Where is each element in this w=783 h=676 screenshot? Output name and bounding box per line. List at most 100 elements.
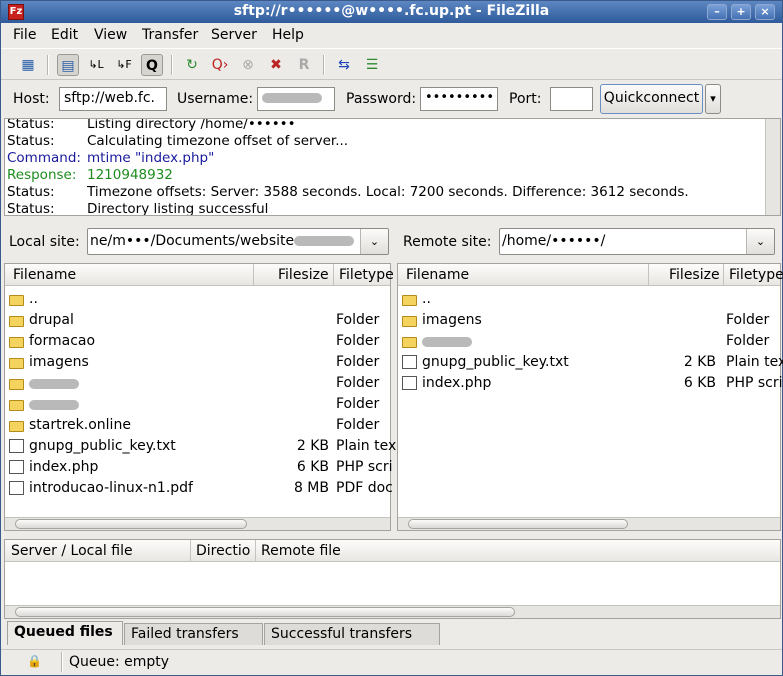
folder-icon [9,295,24,306]
file-row[interactable]: gnupg_public_key.txt 2 KB Plain tex [398,352,783,373]
quickconnect-dropdown[interactable]: ▾ [705,84,721,114]
menu-bar: File Edit View Transfer Server Help [1,23,782,47]
menu-file[interactable]: File [13,27,36,43]
close-button[interactable]: × [755,4,775,20]
file-name: startrek.online [29,417,131,433]
menu-help[interactable]: Help [272,27,304,43]
compare-icon[interactable]: ⇆ [333,54,355,76]
remote-col-filesize[interactable]: Filesize [669,267,720,283]
log-type: Status: [7,118,55,132]
redacted-username [262,93,322,103]
file-size: 2 KB [296,438,329,454]
file-row[interactable]: imagens Folder [5,352,390,373]
quickconnect-bar: Host: sftp://web.fc. Username: Password:… [1,81,782,118]
queue-hscrollbar[interactable] [5,605,780,618]
folder-icon [9,358,24,369]
local-col-filesize[interactable]: Filesize [278,267,329,283]
column-divider [648,264,649,286]
file-icon [9,439,24,453]
file-name: formacao [29,333,96,349]
redacted-path [294,236,355,246]
site-manager-icon[interactable]: ▦ [17,54,39,76]
file-type: Plain tex [336,438,397,454]
process-queue-icon[interactable]: Q› [209,54,231,76]
file-name: introducao-linux-n1.pdf [29,480,193,496]
remote-hscrollbar[interactable] [398,517,780,530]
port-label: Port: [509,91,542,107]
cancel-icon[interactable]: ⊗ [237,54,259,76]
queue-col-remote[interactable]: Remote file [261,543,341,559]
remote-path-combo[interactable]: /home/••••••/ ⌄ [499,228,775,255]
file-row[interactable]: startrek.online Folder [5,415,390,436]
menu-transfer[interactable]: Transfer [142,27,198,43]
filezilla-window: Fz sftp://r••••••@w••••.fc.up.pt - FileZ… [0,0,783,676]
local-path-combo[interactable]: ne/m•••/Documents/website ⌄ [87,228,389,255]
file-row[interactable]: index.php 6 KB PHP scri [5,457,393,478]
toggle-local-tree-icon[interactable]: ↳L [85,54,107,76]
chevron-down-icon[interactable]: ⌄ [746,229,774,254]
chevron-down-icon[interactable]: ⌄ [360,229,388,254]
port-input[interactable] [550,87,593,111]
menu-view[interactable]: View [94,27,127,43]
tab-failed-transfers[interactable]: Failed transfers [124,623,263,645]
file-row[interactable]: .. [5,289,390,310]
host-input[interactable]: sftp://web.fc. [59,87,167,111]
local-col-filename[interactable]: Filename [13,267,76,283]
file-icon [402,355,417,369]
host-label: Host: [13,91,50,107]
file-row[interactable]: gnupg_public_key.txt 2 KB Plain tex [5,436,396,457]
file-row[interactable]: introducao-linux-n1.pdf 8 MB PDF doc [5,478,393,499]
file-row[interactable]: drupal Folder [5,310,390,331]
file-size: 2 KB [683,354,716,370]
file-row[interactable]: index.php 6 KB PHP scri [398,373,783,394]
local-col-filetype[interactable]: Filetype [339,267,394,283]
minimize-button[interactable]: – [707,4,727,20]
menu-server[interactable]: Server [211,27,257,43]
local-hscrollbar[interactable] [5,517,390,530]
log-type: Status: [7,201,55,216]
column-divider [253,264,254,286]
scroll-thumb[interactable] [15,519,247,529]
local-site-label: Local site: [9,234,80,250]
file-size: 8 MB [293,480,329,496]
redacted-name [422,337,472,347]
column-divider [190,540,191,562]
username-label: Username: [177,91,254,107]
file-type: Folder [336,375,380,391]
file-row[interactable]: Folder [5,394,390,415]
file-row[interactable]: formacao Folder [5,331,390,352]
toggle-remote-tree-icon[interactable]: ↳F [113,54,135,76]
folder-icon [402,295,417,306]
file-row[interactable]: Folder [398,331,780,352]
file-row[interactable]: Folder [5,373,390,394]
maximize-button[interactable]: + [731,4,751,20]
queue-col-direction[interactable]: Directio [196,543,250,559]
file-type: Folder [336,396,380,412]
disconnect-icon[interactable]: ✖ [265,54,287,76]
tab-queued-files[interactable]: Queued files [7,621,123,645]
toggle-log-icon[interactable]: ▤ [57,54,79,76]
menu-edit[interactable]: Edit [51,27,78,43]
log-scrollbar[interactable] [765,119,780,215]
remote-col-filetype[interactable]: Filetype [729,267,783,283]
tab-successful-transfers[interactable]: Successful transfers [264,623,440,645]
column-divider [333,264,334,286]
queue-col-server[interactable]: Server / Local file [11,543,133,559]
remote-col-filename[interactable]: Filename [406,267,469,283]
password-input[interactable]: ••••••••• [420,87,498,111]
toggle-queue-icon[interactable]: Q [141,54,163,76]
file-row[interactable]: .. [398,289,780,310]
log-message: Calculating timezone offset of server... [87,133,349,149]
remote-site-bar: Remote site: /home/••••••/ ⌄ [397,223,782,261]
file-row[interactable]: imagens Folder [398,310,780,331]
reconnect-icon[interactable]: R [293,54,315,76]
remote-file-list: Filename Filesize Filetype .. imagens Fold… [397,263,783,531]
quickconnect-button[interactable]: Quickconnect [600,84,703,114]
scroll-thumb[interactable] [15,607,515,617]
username-input[interactable] [257,87,335,111]
refresh-icon[interactable]: ↻ [181,54,203,76]
folder-icon [9,400,24,411]
filter-icon[interactable]: ☰ [361,54,383,76]
scroll-thumb[interactable] [408,519,628,529]
file-name: .. [422,291,431,307]
